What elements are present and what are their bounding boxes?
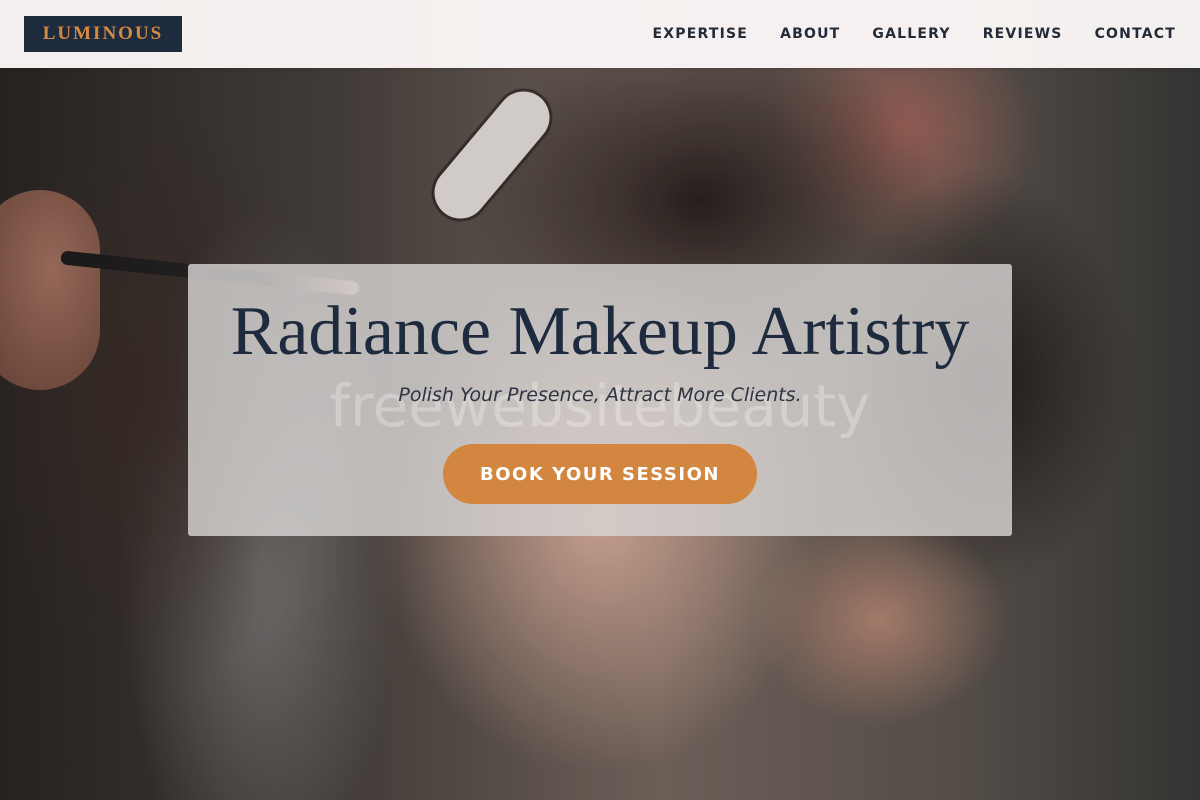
nav-link-gallery[interactable]: GALLERY bbox=[872, 26, 950, 42]
site-header: LUMINOUS EXPERTISE ABOUT GALLERY REVIEWS… bbox=[0, 0, 1200, 68]
watermark-text: freewebsitebeauty bbox=[329, 372, 871, 440]
nav-link-contact[interactable]: CONTACT bbox=[1095, 26, 1176, 42]
nav-item-gallery: GALLERY bbox=[872, 25, 950, 43]
logo[interactable]: LUMINOUS bbox=[24, 16, 182, 52]
main-nav: EXPERTISE ABOUT GALLERY REVIEWS CONTACT bbox=[653, 0, 1176, 68]
nav-item-contact: CONTACT bbox=[1095, 25, 1176, 43]
hero-subtitle: Polish Your Presence, Attract More Clien… bbox=[398, 384, 802, 406]
nav-item-about: ABOUT bbox=[780, 25, 840, 43]
nav-item-reviews: REVIEWS bbox=[983, 25, 1063, 43]
hero-card: Radiance Makeup Artistry freewebsitebeau… bbox=[188, 264, 1012, 536]
hero-title: Radiance Makeup Artistry bbox=[230, 293, 970, 370]
landing-page: LUMINOUS EXPERTISE ABOUT GALLERY REVIEWS… bbox=[0, 0, 1200, 800]
nav-link-expertise[interactable]: EXPERTISE bbox=[653, 26, 749, 42]
book-session-button[interactable]: BOOK YOUR SESSION bbox=[443, 444, 757, 504]
nav-link-reviews[interactable]: REVIEWS bbox=[983, 26, 1063, 42]
nav-item-expertise: EXPERTISE bbox=[653, 25, 749, 43]
nav-link-about[interactable]: ABOUT bbox=[780, 26, 840, 42]
